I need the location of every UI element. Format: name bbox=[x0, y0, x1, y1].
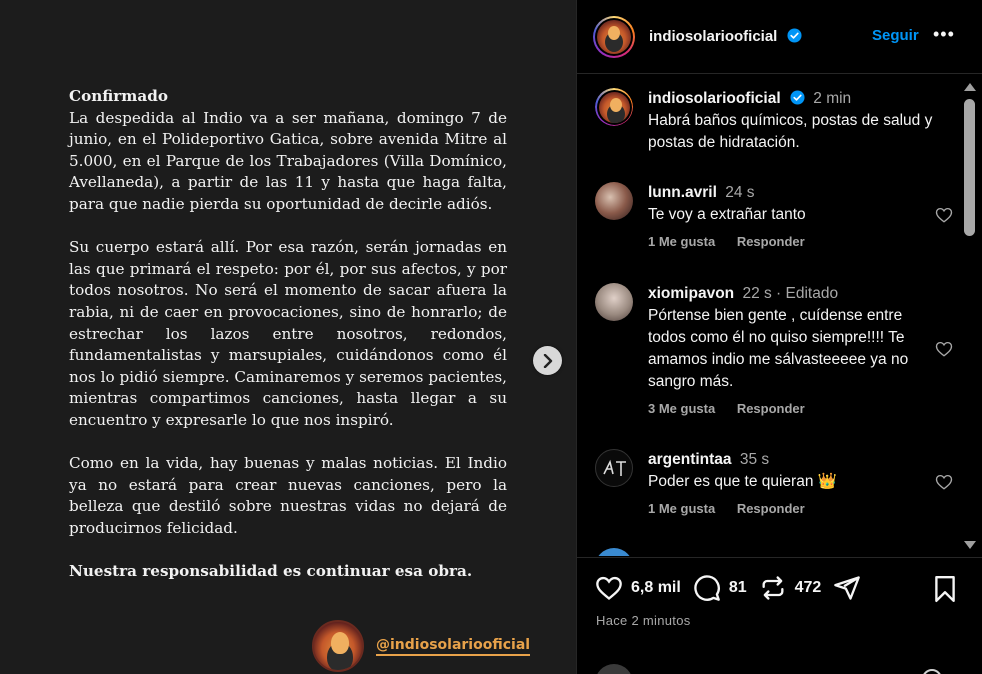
heart-icon bbox=[596, 576, 622, 600]
comment-avatar[interactable] bbox=[595, 283, 633, 321]
comment-text: Poder es que te quieran 👑 bbox=[648, 473, 838, 490]
reply-button[interactable]: Responder bbox=[737, 501, 805, 516]
post-text-block: Confirmado La despedida al Indio va a se… bbox=[69, 86, 507, 583]
caption-text: Habrá baños químicos, postas de salud y … bbox=[648, 112, 933, 151]
post-side-panel: indiosolariooficial Seguir ••• indiosola… bbox=[577, 0, 982, 674]
scroll-up-arrow-icon[interactable] bbox=[964, 83, 976, 91]
scroll-down-arrow-icon[interactable] bbox=[964, 541, 976, 549]
comment-avatar-art bbox=[603, 459, 626, 476]
comment-button[interactable]: 81 bbox=[693, 574, 747, 602]
comment-bubble-icon bbox=[694, 575, 720, 601]
comment-time: 24 s bbox=[725, 184, 755, 201]
emoji-icon[interactable] bbox=[922, 669, 942, 674]
post-paragraph-3: Como en la vida, hay buenas y malas noti… bbox=[69, 454, 507, 537]
comment-time: 35 s bbox=[739, 451, 770, 468]
comment-likes[interactable]: 3 Me gusta bbox=[648, 401, 715, 416]
header-avatar[interactable] bbox=[593, 15, 635, 58]
avatar bbox=[597, 19, 631, 54]
reply-button[interactable]: Responder bbox=[737, 234, 805, 249]
post-actions: 6,8 mil 81 472 Hace 2 minutos bbox=[577, 557, 982, 674]
reply-button[interactable]: Responder bbox=[737, 401, 805, 416]
chevron-right-icon bbox=[543, 353, 552, 368]
reposts-count: 472 bbox=[794, 579, 822, 596]
like-button[interactable]: 6,8 mil bbox=[595, 574, 681, 602]
header-username[interactable]: indiosolariooficial bbox=[649, 28, 777, 45]
post-paragraph-2: Su cuerpo estará allí. Por esa razón, se… bbox=[69, 238, 507, 429]
caption-avatar[interactable] bbox=[595, 88, 633, 126]
post-closing: Nuestra responsabilidad es continuar esa… bbox=[69, 562, 473, 581]
verified-badge-icon bbox=[790, 90, 805, 105]
comments-list[interactable]: indiosolariooficial 2 min Habrá baños qu… bbox=[577, 75, 982, 556]
avatar[interactable] bbox=[595, 664, 633, 674]
post-header: indiosolariooficial Seguir ••• bbox=[577, 0, 982, 74]
post-paragraph-1: La despedida al Indio va a ser mañana, d… bbox=[69, 108, 507, 213]
scroll-thumb[interactable] bbox=[964, 99, 975, 236]
header-username-wrap[interactable]: indiosolariooficial bbox=[649, 28, 802, 45]
heart-icon[interactable] bbox=[935, 206, 953, 224]
comment-avatar[interactable] bbox=[595, 182, 633, 220]
post-brand: @indiosolariooficial bbox=[312, 620, 531, 672]
post-heading: Confirmado bbox=[69, 87, 168, 105]
next-image-button[interactable] bbox=[533, 346, 562, 375]
caption-time: 2 min bbox=[813, 90, 852, 107]
brand-handle: @indiosolariooficial bbox=[376, 637, 531, 656]
comment-likes[interactable]: 1 Me gusta bbox=[648, 234, 715, 249]
comment-likes[interactable]: 1 Me gusta bbox=[648, 501, 715, 516]
comment-text: Pórtense bien gente , cuídense entre tod… bbox=[648, 307, 909, 390]
comment-avatar[interactable] bbox=[595, 548, 633, 556]
comments-scrollbar[interactable] bbox=[958, 75, 980, 556]
caption-username[interactable]: indiosolariooficial bbox=[648, 90, 781, 107]
comment-text: Te voy a extrañar tanto bbox=[648, 206, 806, 223]
repost-icon bbox=[762, 576, 784, 600]
heart-icon[interactable] bbox=[935, 473, 953, 491]
repost-button[interactable]: 472 bbox=[759, 574, 822, 602]
comment-username[interactable]: lunn.avril bbox=[648, 184, 717, 201]
comment-username[interactable]: argentintaa bbox=[648, 451, 732, 468]
share-button[interactable] bbox=[833, 574, 861, 602]
comments-count: 81 bbox=[728, 579, 747, 596]
bookmark-icon[interactable] bbox=[932, 575, 958, 603]
follow-button[interactable]: Seguir bbox=[872, 27, 919, 44]
comment-avatar[interactable] bbox=[595, 449, 633, 487]
comment-time: 22 s · Editado bbox=[742, 285, 839, 302]
verified-badge-icon bbox=[787, 28, 802, 43]
heart-icon[interactable] bbox=[935, 340, 953, 358]
posted-time: Hace 2 minutos bbox=[596, 613, 691, 628]
comment-username[interactable]: xiomipavon bbox=[648, 285, 734, 302]
avatar bbox=[598, 91, 630, 123]
send-icon bbox=[834, 576, 861, 600]
post-image: Confirmado La despedida al Indio va a se… bbox=[0, 0, 576, 674]
brand-logo bbox=[312, 620, 364, 672]
likes-count: 6,8 mil bbox=[631, 579, 681, 596]
more-options-icon[interactable]: ••• bbox=[933, 25, 955, 43]
